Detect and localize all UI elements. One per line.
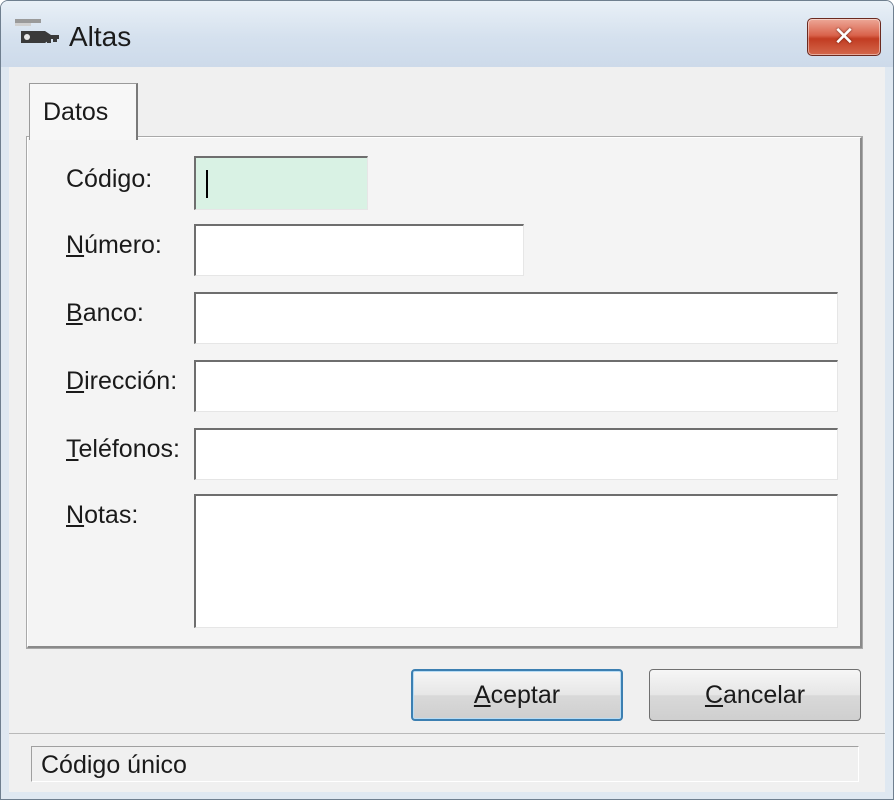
- tab-panel-datos: Código: Número: Banco: Dirección: Teléfo…: [27, 137, 862, 648]
- key-icon: [15, 19, 59, 43]
- direccion-field[interactable]: [194, 360, 838, 412]
- aceptar-button[interactable]: Aceptar: [411, 669, 623, 721]
- numero-label: Número:: [66, 231, 162, 259]
- close-icon: ✕: [833, 22, 855, 52]
- notas-label: Notas:: [66, 501, 139, 529]
- codigo-field[interactable]: [194, 156, 368, 210]
- banco-label: Banco:: [66, 299, 144, 327]
- text-caret: [206, 170, 208, 198]
- codigo-label: Código:: [66, 165, 153, 193]
- title-bar[interactable]: Altas ✕: [1, 1, 893, 67]
- notas-textarea[interactable]: [194, 494, 838, 628]
- banco-field[interactable]: [194, 292, 838, 344]
- tab-datos-label: Datos: [43, 98, 109, 126]
- numero-field[interactable]: [194, 224, 524, 276]
- close-button[interactable]: ✕: [807, 18, 881, 56]
- tab-datos[interactable]: Datos: [29, 83, 138, 140]
- status-text: Código único: [41, 751, 187, 779]
- status-bar: Código único: [9, 733, 885, 792]
- window-title: Altas: [69, 21, 132, 52]
- status-pane: Código único: [31, 746, 859, 782]
- telefonos-field[interactable]: [194, 428, 838, 480]
- direccion-label: Dirección:: [66, 367, 178, 395]
- dialog-client-area: Datos Código: Número: Banco: Dirección: …: [9, 67, 885, 792]
- telefonos-label: Teléfonos:: [66, 435, 180, 463]
- dialog-window: Altas ✕ Datos Código: Número: Banco: Dir…: [0, 0, 894, 800]
- cancelar-button[interactable]: Cancelar: [649, 669, 861, 721]
